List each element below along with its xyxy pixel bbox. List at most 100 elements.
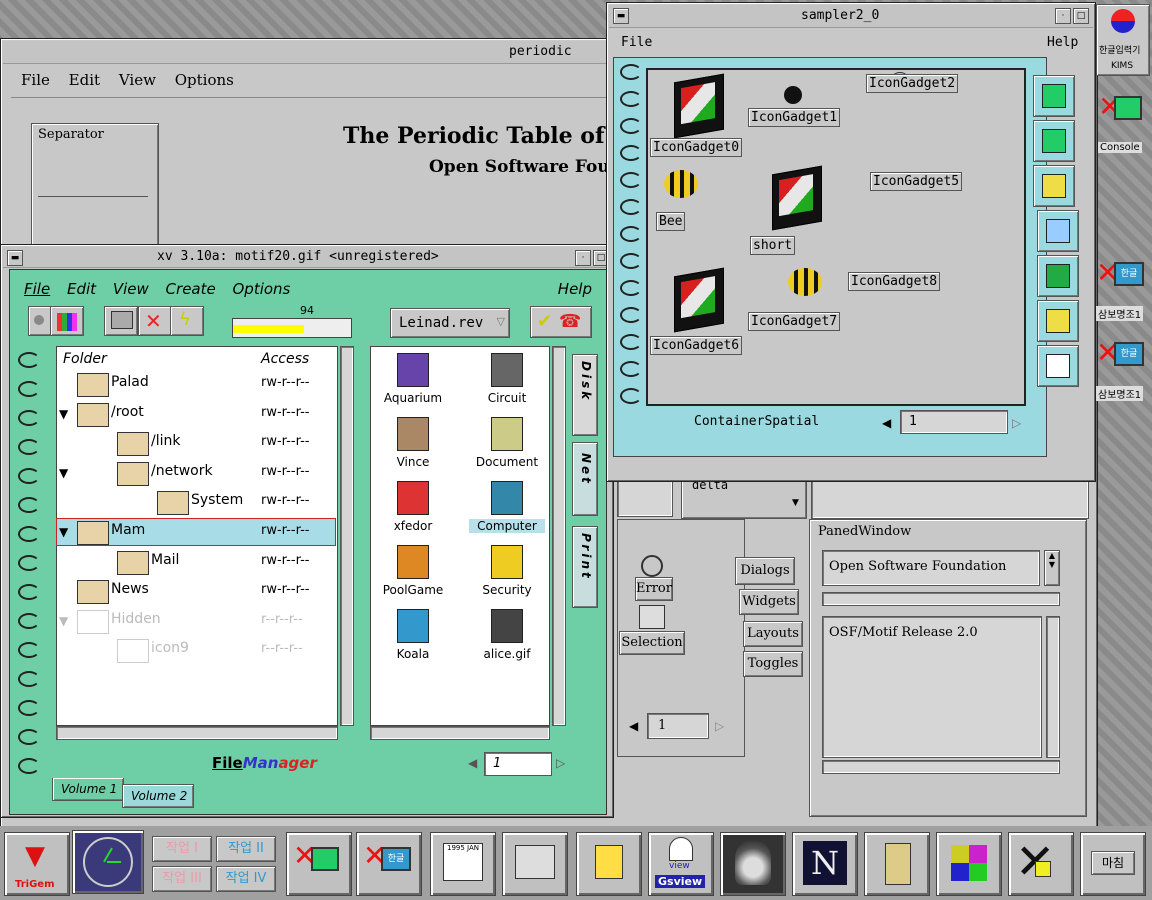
folder-row[interactable]: ▼ Mam rw-r--r-- <box>56 518 336 546</box>
computer-tool-button[interactable] <box>104 306 138 336</box>
sampler-page-field[interactable]: 1 <box>900 410 1008 434</box>
icon-item[interactable]: xfedor <box>375 481 451 541</box>
icon-item[interactable]: Document <box>469 417 545 477</box>
dock-gsview-button[interactable]: view Gsview <box>648 832 714 896</box>
periodic-menu-edit[interactable]: Edit <box>69 71 100 89</box>
icon-gadget-label[interactable]: IconGadget2 <box>866 74 959 93</box>
selection-button[interactable]: Selection <box>619 631 685 655</box>
dock-calculator-button[interactable] <box>502 832 568 896</box>
icon-item[interactable]: Security <box>469 545 545 605</box>
icon-gadget-label[interactable]: IconGadget8 <box>848 272 941 291</box>
paned-hscroll-1[interactable] <box>822 592 1060 606</box>
icon-item[interactable]: PoolGame <box>375 545 451 605</box>
prev-cube-icon[interactable] <box>674 267 724 333</box>
dock-netscape-button[interactable]: N <box>792 832 858 896</box>
folder-row[interactable]: icon9 r--r--r-- <box>57 637 335 664</box>
periodic-menu-options[interactable]: Options <box>175 71 234 89</box>
paned-scroll-1[interactable]: ▲ ▼ <box>1044 550 1060 586</box>
paned-vscroll-2[interactable] <box>1046 616 1060 758</box>
bomb-icon[interactable] <box>784 86 802 104</box>
fm-menu-help[interactable]: Help <box>558 280 592 298</box>
periodic-menu-file[interactable]: File <box>21 71 50 89</box>
paned-hscroll-2[interactable] <box>822 760 1060 774</box>
sampler-side-tab[interactable] <box>1033 75 1075 117</box>
phone-button[interactable]: ✔ ☎ <box>530 306 592 338</box>
bee-icon[interactable] <box>664 170 698 198</box>
tab-volume-2[interactable]: Volume 2 <box>122 784 194 808</box>
workspace-1-button[interactable]: 작업 I <box>152 836 212 862</box>
tab-volume-1[interactable]: Volume 1 <box>52 778 124 801</box>
prev-cube-icon[interactable] <box>674 73 724 139</box>
icon-item[interactable]: Circuit <box>469 353 545 413</box>
workspace-3-button[interactable]: 작업 III <box>152 866 212 892</box>
icon-gadget-label[interactable]: short <box>750 236 796 255</box>
tree-hscroll[interactable] <box>56 726 338 740</box>
han-terminal-icon-1[interactable]: ✕ 한글 삼보명조1 <box>1094 256 1150 322</box>
paned-text-field-1[interactable]: Open Software Foundation <box>822 550 1040 586</box>
folder-row[interactable]: ▼ /root rw-r--r-- <box>57 401 335 427</box>
icon-item[interactable]: Aquarium <box>375 353 451 413</box>
console-icon[interactable]: ✕ Console <box>1096 90 1148 156</box>
dock-lock-button[interactable]: ✕ <box>1008 832 1074 896</box>
icon-item[interactable]: Computer <box>469 481 545 541</box>
sampler-page-next-arrow[interactable]: ▷ <box>1012 416 1021 430</box>
sampler-maximize-button[interactable]: □ <box>1073 8 1089 24</box>
trigem-button[interactable]: ▼ TriGem <box>4 832 70 896</box>
widgets-button[interactable]: Widgets <box>739 589 799 615</box>
sampler-menu-file[interactable]: File <box>621 35 652 50</box>
icon-hscroll[interactable] <box>370 726 550 740</box>
fm-page-prev-arrow[interactable]: ◀ <box>468 756 477 770</box>
icon-item[interactable]: Koala <box>375 609 451 669</box>
xv-window-menu-button[interactable]: ▬ <box>7 250 23 266</box>
sampler-page-prev-arrow[interactable]: ◀ <box>882 416 891 430</box>
dock-calendar-button[interactable]: 1995 JAN <box>430 832 496 896</box>
paned-text-field-2[interactable]: OSF/Motif Release 2.0 <box>822 616 1042 758</box>
tab-net[interactable]: Net <box>572 442 598 516</box>
sampler-minimize-button[interactable]: · <box>1055 8 1071 24</box>
sampler-side-tab[interactable] <box>1033 120 1075 162</box>
lightning-tool-button[interactable]: ϟ <box>170 306 204 336</box>
leinad-combo[interactable]: Leinad.rev ▽ <box>390 308 510 338</box>
clock-button[interactable] <box>72 830 144 894</box>
sampler-window-menu-button[interactable]: ▬ <box>613 8 629 24</box>
folder-row[interactable]: Palad rw-r--r-- <box>57 371 335 397</box>
tree-vscroll[interactable] <box>340 346 354 726</box>
icon-item[interactable]: Vince <box>375 417 451 477</box>
periodic-page-prev-arrow[interactable]: ◀ <box>629 719 638 733</box>
icon-gadget-label[interactable]: IconGadget6 <box>650 336 743 355</box>
folder-row[interactable]: Mail rw-r--r-- <box>57 549 335 575</box>
icon-gadget-label[interactable]: IconGadget0 <box>650 138 743 157</box>
folder-row[interactable]: ▼ /network rw-r--r-- <box>57 460 335 486</box>
folder-row[interactable]: System rw-r--r-- <box>57 489 335 516</box>
icon-gadget-label[interactable]: IconGadget5 <box>870 172 963 191</box>
workspace-2-button[interactable]: 작업 II <box>216 836 276 862</box>
icon-gadget-label[interactable]: IconGadget1 <box>748 108 841 127</box>
dock-filecabinet-button[interactable] <box>864 832 930 896</box>
toggles-button[interactable]: Toggles <box>743 651 803 677</box>
sampler-menu-help[interactable]: Help <box>1047 35 1078 50</box>
dock-photo-button[interactable] <box>720 832 786 896</box>
sampler-side-tab[interactable] <box>1033 165 1075 207</box>
dock-paint-button[interactable] <box>576 832 642 896</box>
periodic-menu-view[interactable]: View <box>119 71 156 89</box>
workspace-4-button[interactable]: 작업 IV <box>216 866 276 892</box>
tree-expand-toggle[interactable]: ▼ <box>59 466 68 480</box>
xv-minimize-button[interactable]: · <box>575 250 591 266</box>
tree-expand-toggle[interactable]: ▼ <box>59 614 68 628</box>
fm-menu-view[interactable]: View <box>113 280 149 298</box>
sampler-side-tab[interactable] <box>1037 345 1079 387</box>
dialogs-button[interactable]: Dialogs <box>735 557 795 585</box>
periodic-page-next-arrow[interactable]: ▷ <box>715 719 724 733</box>
dock-tetris-button[interactable] <box>936 832 1002 896</box>
sampler-side-tab[interactable] <box>1037 255 1079 297</box>
toolbar-toggle-button[interactable] <box>28 306 52 336</box>
icon-vscroll[interactable] <box>552 346 566 726</box>
folder-row[interactable]: ▼ Hidden r--r--r-- <box>57 608 335 634</box>
icon-item[interactable]: alice.gif <box>469 609 545 669</box>
kims-input-icon[interactable]: 한글입력기 KIMS <box>1096 4 1150 76</box>
sampler-side-tab[interactable] <box>1037 300 1079 342</box>
fm-page-next-arrow[interactable]: ▷ <box>556 756 565 770</box>
dock-han-terminal-button[interactable]: ✕ 한글 <box>356 832 422 896</box>
fm-menu-create[interactable]: Create <box>166 280 216 298</box>
periodic-page-field[interactable]: 1 <box>647 713 709 739</box>
